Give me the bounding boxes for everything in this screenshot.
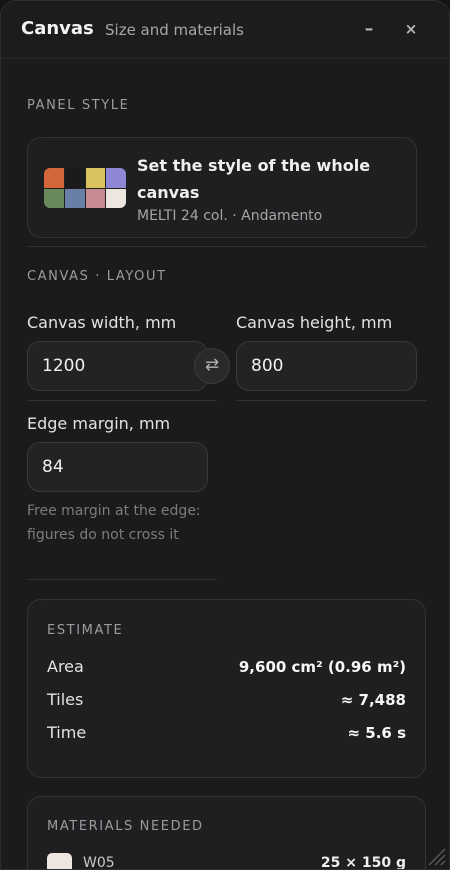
time-label: Time	[47, 723, 87, 742]
field-divider	[27, 579, 217, 580]
margin-input[interactable]: 84	[27, 442, 208, 492]
area-value: 9,600 cm² (0.96 m²)	[238, 658, 406, 676]
field-divider	[236, 400, 426, 401]
title-bar: Canvas Size and materials – ×	[1, 1, 449, 59]
palette-swatch	[106, 168, 126, 188]
height-label: Canvas height, mm	[236, 313, 393, 332]
time-value: ≈ 5.6 s	[347, 724, 406, 742]
panel-style-heading: PANEL STYLE	[27, 98, 130, 113]
panel-title: Canvas	[21, 18, 94, 39]
resize-grip-icon[interactable]	[425, 845, 447, 867]
minimize-button[interactable]: –	[359, 17, 379, 41]
tiles-label: Tiles	[47, 690, 84, 709]
section-divider	[27, 246, 426, 247]
material-color-swatch	[47, 853, 72, 869]
materials-card: MATERIALS NEEDED W05 25 × 150 g	[27, 796, 426, 870]
swap-dimensions-button[interactable]: ⇄	[194, 348, 230, 384]
palette-preview	[44, 168, 126, 208]
swap-arrows-icon: ⇄	[204, 355, 220, 375]
width-input[interactable]: 1200	[27, 341, 208, 391]
height-input[interactable]: 800	[236, 341, 417, 391]
width-label: Canvas width, mm	[27, 313, 177, 332]
palette-swatch	[44, 168, 64, 188]
palette-swatch	[85, 188, 106, 208]
palette-swatch	[106, 188, 126, 208]
material-name: W05	[83, 855, 115, 870]
style-card-title: Set the style of the whole canvas	[137, 156, 371, 202]
close-button[interactable]: ×	[401, 17, 421, 41]
tiles-value: ≈ 7,488	[340, 691, 406, 709]
field-divider	[27, 400, 217, 401]
canvas-layout-heading: CANVAS · LAYOUT	[27, 269, 167, 284]
palette-swatch	[44, 188, 64, 208]
material-quantity: 25 × 150 g	[320, 855, 406, 870]
margin-hint: Free margin at the edge: figures do not …	[27, 503, 201, 543]
panel-subtitle: Size and materials	[105, 21, 244, 39]
materials-heading: MATERIALS NEEDED	[47, 819, 204, 834]
palette-swatch	[64, 168, 85, 188]
style-card-meta: MELTI 24 col. · Andamento	[137, 208, 323, 224]
margin-label: Edge margin, mm	[27, 414, 171, 433]
area-label: Area	[47, 657, 84, 676]
estimate-card: ESTIMATE Area 9,600 cm² (0.96 m²) Tiles …	[27, 599, 426, 778]
palette-swatch	[85, 168, 106, 188]
palette-swatch	[64, 188, 85, 208]
canvas-panel: Canvas Size and materials – × PANEL STYL…	[0, 0, 450, 870]
estimate-heading: ESTIMATE	[47, 623, 124, 638]
style-selector-card[interactable]: Set the style of the whole canvas MELTI …	[27, 137, 417, 238]
